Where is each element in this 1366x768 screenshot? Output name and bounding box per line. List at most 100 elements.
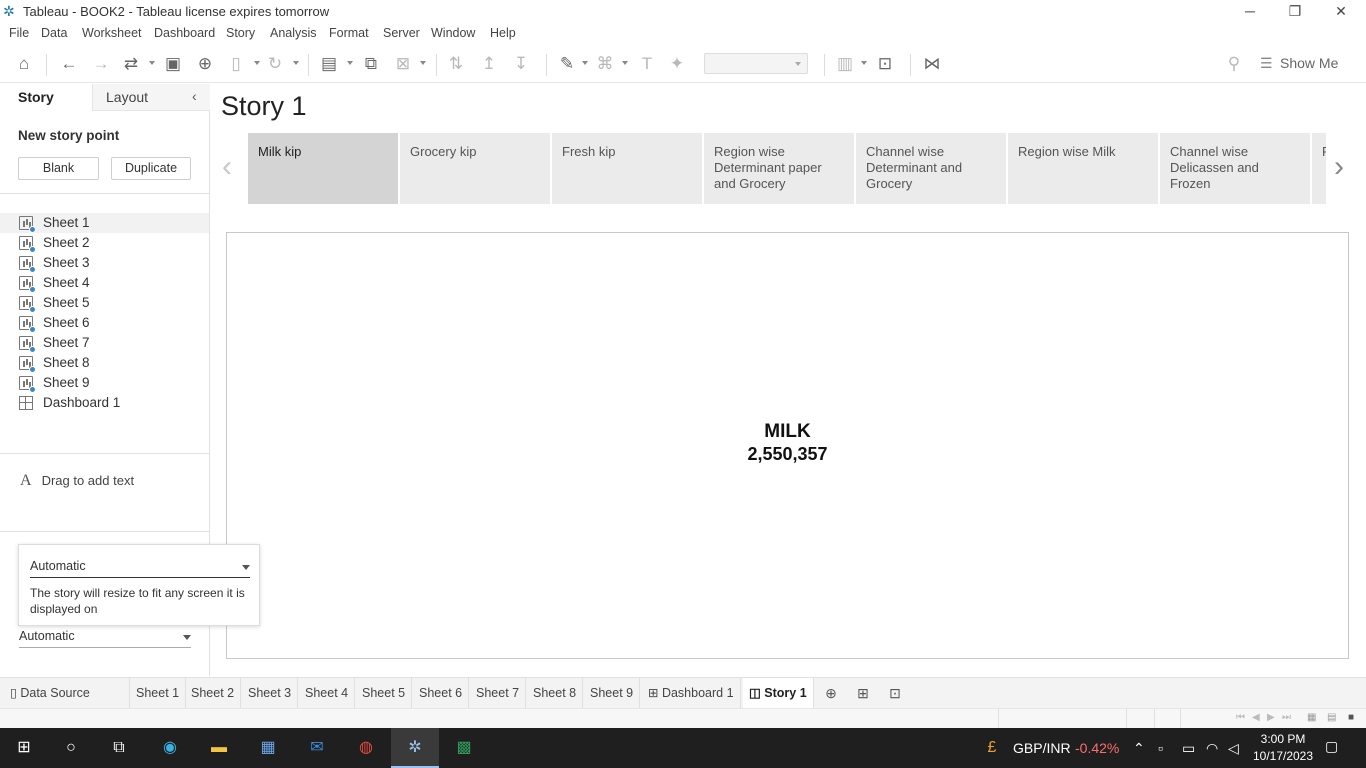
show-mark-labels-icon[interactable]: T xyxy=(636,53,658,75)
duplicate-button[interactable]: Duplicate xyxy=(111,157,191,180)
chrome-icon[interactable]: ◍ xyxy=(354,736,378,760)
next-sheet-icon[interactable]: ▶ xyxy=(1267,712,1275,723)
undo-icon[interactable]: ← xyxy=(58,53,80,75)
notifications-icon[interactable]: ▢ xyxy=(1325,738,1338,755)
chevron-down-icon[interactable] xyxy=(582,61,588,65)
sort-ascending-icon[interactable]: ↥ xyxy=(478,53,500,75)
presentation-mode-icon[interactable]: ⊡ xyxy=(874,53,896,75)
drag-to-add-text[interactable]: A Drag to add text xyxy=(20,472,134,490)
chevron-down-icon[interactable] xyxy=(420,61,426,65)
sheet-list-item[interactable]: Sheet 3 xyxy=(0,253,209,273)
new-data-source-icon[interactable]: ⊕ xyxy=(194,53,216,75)
story-point[interactable]: Region wise Milk xyxy=(1008,133,1158,204)
blank-button[interactable]: Blank xyxy=(18,157,99,180)
tab-sheet-2[interactable]: Sheet 2 xyxy=(185,678,242,709)
wifi-icon[interactable]: ◠ xyxy=(1206,740,1218,757)
replace-data-icon[interactable]: ⇄ xyxy=(120,53,142,75)
first-sheet-icon[interactable]: ⏮ xyxy=(1236,712,1245,723)
tab-sheet-6[interactable]: Sheet 6 xyxy=(413,678,470,709)
tab-sheet-9[interactable]: Sheet 9 xyxy=(584,678,641,709)
search-icon[interactable]: ○ xyxy=(59,736,83,760)
show-sheet-sorter-icon[interactable]: ▤ xyxy=(1327,712,1336,723)
fit-select[interactable] xyxy=(704,53,808,74)
story-point[interactable]: Grocery kip xyxy=(400,133,550,204)
show-hidden-icons-icon[interactable]: ⌃ xyxy=(1133,740,1145,757)
format-painter-icon[interactable]: ⚲ xyxy=(1223,53,1245,75)
redo-icon[interactable]: → xyxy=(90,53,112,75)
sheet-list-item[interactable]: Sheet 7 xyxy=(0,333,209,353)
highlight-icon[interactable]: ✎ xyxy=(556,53,578,75)
previous-sheet-icon[interactable]: ◀ xyxy=(1252,712,1260,723)
volume-icon[interactable]: ◁ xyxy=(1228,740,1239,757)
menu-help[interactable]: Help xyxy=(490,26,516,40)
mail-icon[interactable]: ✉ xyxy=(305,736,329,760)
sheet-list-item[interactable]: Sheet 5 xyxy=(0,293,209,313)
meet-now-icon[interactable]: ▫ xyxy=(1158,740,1163,756)
sort-descending-icon[interactable]: ↧ xyxy=(510,53,532,75)
tab-story-1[interactable]: ◫ Story 1 xyxy=(743,678,814,709)
new-worksheet-icon[interactable]: ⊕ xyxy=(822,685,840,701)
minimize-button[interactable]: ─ xyxy=(1227,0,1273,23)
story-point[interactable]: Milk kip xyxy=(248,133,398,204)
tab-sheet-1[interactable]: Sheet 1 xyxy=(130,678,187,709)
tab-sheet-3[interactable]: Sheet 3 xyxy=(242,678,299,709)
ticker-label[interactable]: GBP/INR xyxy=(1013,740,1071,756)
collapse-panel-icon[interactable]: ‹ xyxy=(192,88,206,106)
sheet-list-item[interactable]: Sheet 6 xyxy=(0,313,209,333)
swap-axes-icon[interactable]: ⇅ xyxy=(445,53,467,75)
edge-icon[interactable]: ◉ xyxy=(158,736,182,760)
chevron-down-icon[interactable] xyxy=(293,61,299,65)
tab-dashboard-1[interactable]: ⊞ Dashboard 1 xyxy=(642,678,741,709)
next-story-point-icon[interactable]: › xyxy=(1334,152,1344,182)
clock[interactable]: 3:00 PM 10/17/2023 xyxy=(1252,731,1314,765)
tab-sheet-5[interactable]: Sheet 5 xyxy=(356,678,413,709)
home-icon[interactable]: ⌂ xyxy=(13,53,35,75)
menu-window[interactable]: Window xyxy=(431,26,475,40)
fix-axes-icon[interactable]: ✦ xyxy=(666,53,688,75)
save-icon[interactable]: ▣ xyxy=(162,53,184,75)
new-story-icon[interactable]: ⊡ xyxy=(886,685,904,701)
restore-button[interactable]: ❐ xyxy=(1272,0,1318,23)
windows-start-icon[interactable]: ⊞ xyxy=(12,736,36,760)
story-point[interactable]: Region wise Determinant paper and Grocer… xyxy=(704,133,854,204)
last-sheet-icon[interactable]: ⏭ xyxy=(1282,712,1291,723)
sheet-list-item[interactable]: Sheet 2 xyxy=(0,233,209,253)
group-members-icon[interactable]: ⌘ xyxy=(594,53,616,75)
tab-story[interactable]: Story xyxy=(0,84,92,111)
duplicate-sheet-icon[interactable]: ⧉ xyxy=(360,53,382,75)
sheet-list-item[interactable]: Sheet 8 xyxy=(0,353,209,373)
menu-data[interactable]: Data xyxy=(41,26,67,40)
size-select[interactable]: Automatic xyxy=(19,629,191,648)
clear-sheet-icon[interactable]: ⊠ xyxy=(392,53,414,75)
story-point[interactable]: R D xyxy=(1312,133,1326,204)
previous-story-point-icon[interactable]: ‹ xyxy=(222,152,232,182)
menu-format[interactable]: Format xyxy=(329,26,369,40)
chevron-down-icon[interactable] xyxy=(347,61,353,65)
new-dashboard-icon[interactable]: ⊞ xyxy=(854,685,872,701)
menu-worksheet[interactable]: Worksheet xyxy=(82,26,142,40)
show-tabs-icon[interactable]: ■ xyxy=(1348,712,1354,723)
sheet-list-item[interactable]: Sheet 1 xyxy=(0,213,209,233)
tableau-taskbar-item[interactable]: ✲ xyxy=(391,728,439,768)
size-mode-select[interactable]: Automatic xyxy=(30,559,250,578)
tab-data-source[interactable]: ▯ Data Source xyxy=(0,678,130,709)
chevron-down-icon[interactable] xyxy=(149,61,155,65)
menu-story[interactable]: Story xyxy=(226,26,255,40)
story-point[interactable]: Channel wise Determinant and Grocery xyxy=(856,133,1006,204)
ticker-change[interactable]: -0.42% xyxy=(1075,740,1119,756)
story-title[interactable]: Story 1 xyxy=(221,91,307,122)
tab-sheet-8[interactable]: Sheet 8 xyxy=(527,678,584,709)
story-point[interactable]: Fresh kip xyxy=(552,133,702,204)
file-explorer-icon[interactable]: ▬ xyxy=(207,736,231,760)
tab-sheet-7[interactable]: Sheet 7 xyxy=(470,678,527,709)
menu-file[interactable]: File xyxy=(9,26,29,40)
sheet-list-item[interactable]: Dashboard 1 xyxy=(0,393,209,413)
sheet-list-item[interactable]: Sheet 4 xyxy=(0,273,209,293)
menu-analysis[interactable]: Analysis xyxy=(270,26,317,40)
chevron-down-icon[interactable] xyxy=(622,61,628,65)
store-icon[interactable]: ▦ xyxy=(256,736,280,760)
refresh-icon[interactable]: ↻ xyxy=(264,53,286,75)
tab-sheet-4[interactable]: Sheet 4 xyxy=(299,678,356,709)
share-icon[interactable]: ⋈ xyxy=(921,53,943,75)
show-me-button[interactable]: ☰ Show Me xyxy=(1260,55,1338,72)
